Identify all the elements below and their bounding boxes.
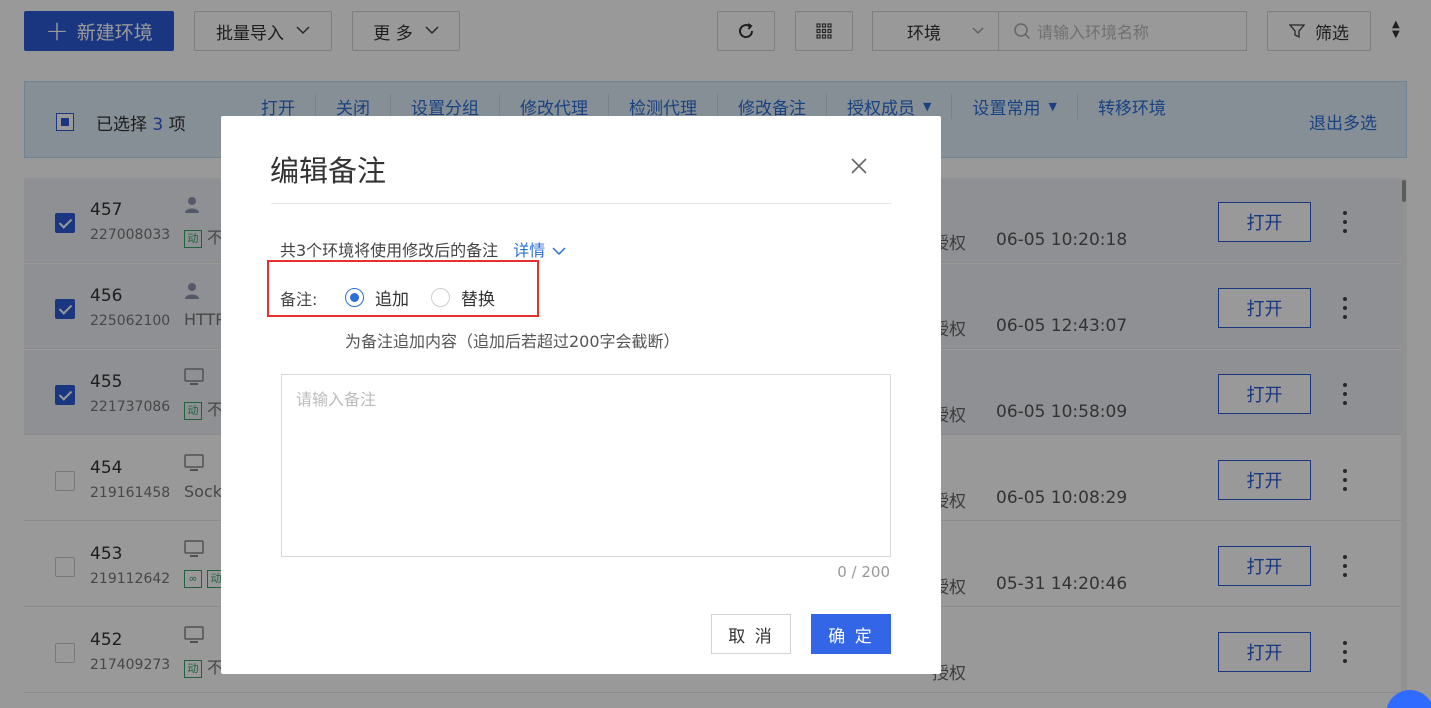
dialog-info: 共3个环境将使用修改后的备注 详情 [280,237,566,261]
details-label: 详情 [513,241,546,260]
radio-replace[interactable]: 替换 [431,285,495,310]
details-link[interactable]: 详情 [513,241,566,260]
append-hint: 为备注追加内容（追加后若超过200字会截断） [345,332,680,351]
remark-label: 备注: [280,290,318,309]
char-counter: 0 / 200 [837,563,890,581]
radio-append-label: 追加 [375,290,409,310]
remark-textarea[interactable] [281,374,891,557]
radio-replace-label: 替换 [461,290,495,310]
confirm-button[interactable]: 确 定 [811,614,891,654]
info-text: 共3个环境将使用修改后的备注 [280,241,499,260]
edit-remark-dialog: 编辑备注 共3个环境将使用修改后的备注 详情 备注: 追加 替换 为备注追加内容… [221,116,941,674]
close-icon[interactable] [847,154,871,178]
chevron-down-icon [552,247,566,256]
cancel-button[interactable]: 取 消 [711,614,791,654]
radio-append[interactable]: 追加 [345,285,409,310]
dialog-divider [271,203,892,204]
radio-dot [345,288,364,307]
dialog-title: 编辑备注 [270,154,387,188]
radio-dot [431,288,450,307]
